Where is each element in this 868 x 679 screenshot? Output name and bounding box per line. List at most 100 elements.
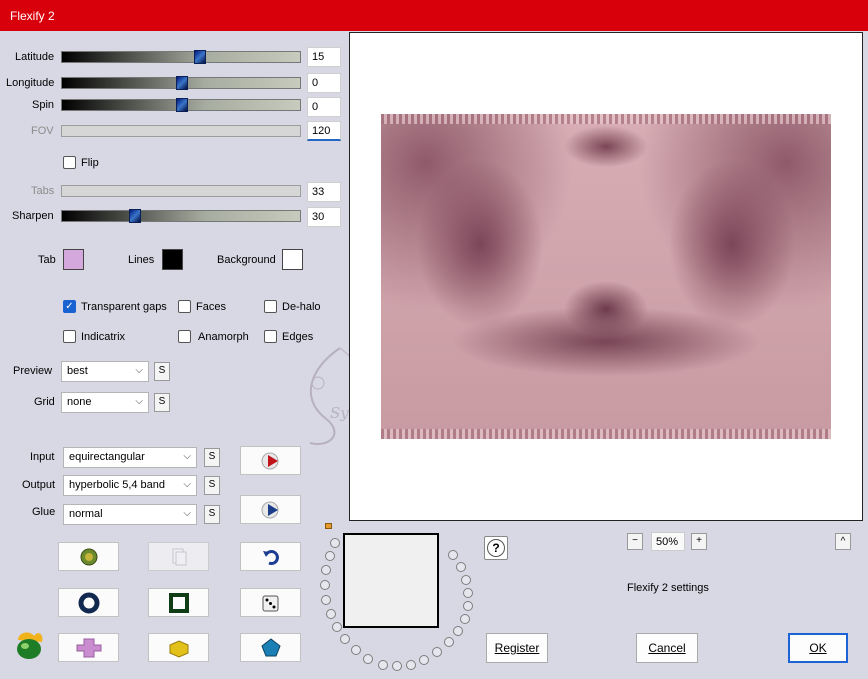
sharpen-field[interactable]: 30 bbox=[307, 207, 341, 227]
cancel-button[interactable]: Cancel bbox=[636, 633, 698, 663]
lines-color-swatch[interactable] bbox=[162, 249, 183, 270]
gem-button[interactable] bbox=[240, 633, 301, 662]
dial-dot[interactable] bbox=[363, 654, 373, 664]
play-button[interactable] bbox=[240, 446, 301, 475]
zoom-in-button[interactable]: + bbox=[691, 533, 707, 550]
longitude-slider-thumb[interactable] bbox=[176, 76, 188, 90]
settings-thumbnail[interactable] bbox=[343, 533, 439, 628]
copy-button[interactable] bbox=[148, 542, 209, 571]
globe-button[interactable] bbox=[58, 542, 119, 571]
faces-checkbox[interactable] bbox=[178, 300, 191, 313]
tab-color-swatch[interactable] bbox=[63, 249, 84, 270]
sharpen-slider-thumb[interactable] bbox=[129, 209, 141, 223]
sharpen-slider[interactable] bbox=[61, 209, 301, 223]
dial-dot[interactable] bbox=[463, 588, 473, 598]
puzzle-button[interactable] bbox=[58, 633, 119, 662]
zoom-level[interactable]: 50% bbox=[651, 532, 685, 551]
de-halo-checkbox[interactable] bbox=[264, 300, 277, 313]
transparent-gaps-checkbox[interactable]: ✓ bbox=[63, 300, 76, 313]
dial-dot[interactable] bbox=[321, 565, 331, 575]
random-button[interactable] bbox=[240, 588, 301, 617]
forward-play-icon bbox=[261, 501, 278, 518]
chevron-down-icon: ⌵ bbox=[183, 508, 191, 519]
preview-select[interactable]: best ⌵ bbox=[61, 361, 149, 382]
fractal-preview-image bbox=[381, 114, 831, 439]
dial-dot[interactable] bbox=[392, 661, 402, 671]
dial-dot[interactable] bbox=[378, 660, 388, 670]
preview-label: Preview bbox=[13, 365, 53, 377]
input-s-button[interactable]: S bbox=[204, 448, 220, 467]
dial-dot[interactable] bbox=[332, 622, 342, 632]
fractal-top-edge bbox=[381, 114, 831, 124]
tabs-field[interactable]: 33 bbox=[307, 182, 341, 202]
input-select-value: equirectangular bbox=[69, 451, 145, 463]
input-label: Input bbox=[30, 451, 55, 463]
dial-dot[interactable] bbox=[460, 614, 470, 624]
dial-dot[interactable] bbox=[330, 538, 340, 548]
spin-slider[interactable] bbox=[61, 98, 301, 112]
dial-dot[interactable] bbox=[448, 550, 458, 560]
input-select[interactable]: equirectangular ⌵ bbox=[63, 447, 197, 468]
dial-dot[interactable] bbox=[340, 634, 350, 644]
dial-dot[interactable] bbox=[419, 655, 429, 665]
dial-dot[interactable] bbox=[320, 580, 330, 590]
forward-button[interactable] bbox=[240, 495, 301, 524]
background-color-label: Background bbox=[217, 254, 276, 266]
dial-dot[interactable] bbox=[325, 551, 335, 561]
latitude-slider-thumb[interactable] bbox=[194, 50, 206, 64]
longitude-field[interactable]: 0 bbox=[307, 73, 341, 93]
undo-icon bbox=[262, 549, 279, 565]
brick-button[interactable] bbox=[148, 633, 209, 662]
latitude-slider[interactable] bbox=[61, 50, 301, 64]
ok-label: OK bbox=[809, 641, 827, 655]
dial-dot[interactable] bbox=[351, 645, 361, 655]
fov-field[interactable]: 120 bbox=[307, 121, 341, 141]
anamorph-checkbox[interactable] bbox=[178, 330, 191, 343]
background-color-swatch[interactable] bbox=[282, 249, 303, 270]
register-label: Register bbox=[494, 641, 540, 655]
chevron-down-icon: ⌵ bbox=[135, 396, 143, 407]
latitude-field[interactable]: 15 bbox=[307, 47, 341, 67]
title-bar: Flexify 2 bbox=[0, 0, 868, 31]
glue-s-button[interactable]: S bbox=[204, 505, 220, 524]
dial-dot[interactable] bbox=[463, 601, 473, 611]
chevron-down-icon: ⌵ bbox=[183, 451, 191, 462]
tab-color-label: Tab bbox=[38, 254, 56, 266]
flaming-pear-logo-icon bbox=[17, 632, 43, 659]
fov-slider bbox=[61, 125, 301, 137]
collapse-button[interactable]: ^ bbox=[835, 533, 851, 550]
grid-label: Grid bbox=[34, 396, 55, 408]
spin-field[interactable]: 0 bbox=[307, 97, 341, 117]
flip-checkbox[interactable] bbox=[63, 156, 76, 169]
dial-dot[interactable] bbox=[321, 595, 331, 605]
help-button[interactable]: ? bbox=[484, 536, 508, 560]
latitude-label: Latitude bbox=[15, 51, 55, 63]
glue-select[interactable]: normal ⌵ bbox=[63, 504, 197, 525]
frame-button[interactable] bbox=[148, 588, 209, 617]
dial-dot[interactable] bbox=[444, 637, 454, 647]
dial-dot[interactable] bbox=[456, 562, 466, 572]
ring-icon bbox=[78, 592, 99, 613]
output-s-button[interactable]: S bbox=[204, 476, 220, 495]
dial-dot[interactable] bbox=[406, 660, 416, 670]
output-select[interactable]: hyperbolic 5,4 band ⌵ bbox=[63, 475, 197, 496]
dial-dot[interactable] bbox=[453, 626, 463, 636]
ok-button[interactable]: OK bbox=[788, 633, 848, 663]
dial-dot[interactable] bbox=[326, 609, 336, 619]
indicatrix-checkbox[interactable] bbox=[63, 330, 76, 343]
dial-dot[interactable] bbox=[461, 575, 471, 585]
zoom-out-button[interactable]: − bbox=[627, 533, 643, 550]
grid-select[interactable]: none ⌵ bbox=[61, 392, 149, 413]
cancel-label: Cancel bbox=[648, 641, 686, 655]
play-icon bbox=[261, 452, 278, 469]
longitude-label: Longitude bbox=[6, 77, 55, 89]
ring-button[interactable] bbox=[58, 588, 119, 617]
grid-s-button[interactable]: S bbox=[154, 393, 170, 412]
tabs-label: Tabs bbox=[31, 185, 55, 197]
longitude-slider[interactable] bbox=[61, 76, 301, 90]
dial-dot[interactable] bbox=[432, 647, 442, 657]
undo-button[interactable] bbox=[240, 542, 301, 571]
preview-s-button[interactable]: S bbox=[154, 362, 170, 381]
spin-slider-thumb[interactable] bbox=[176, 98, 188, 112]
register-button[interactable]: Register bbox=[486, 633, 548, 663]
